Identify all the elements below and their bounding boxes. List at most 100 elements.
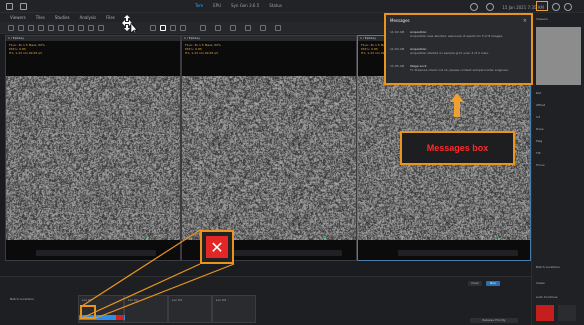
viewer-footer (6, 246, 180, 260)
viewer-controls[interactable] (36, 250, 156, 256)
title-right: 15 Jan 2021 7:35 AM (470, 3, 544, 11)
clear-button[interactable]: Clear (468, 281, 482, 286)
error-callout: ✕ (200, 230, 234, 264)
marker (498, 238, 500, 240)
tool-pan-icon[interactable] (48, 25, 54, 31)
sidebar-row-label: Offset (536, 103, 545, 107)
batch-card-label: Loc 01 (82, 298, 92, 302)
viewer-info: Fluor: 4k 1.5 Mass: 60% PSF-L: 0.85 ITL:… (9, 43, 45, 56)
message-time: 11:05 AM (390, 64, 406, 68)
tool-frame-icon[interactable] (18, 25, 24, 31)
batch-card-3[interactable]: Loc 03 (168, 295, 212, 323)
viewer-2[interactable]: 1 / Epitaxy Fluor: 4k 1.5 Mass: 60% PSF-… (181, 35, 357, 261)
progress-error (116, 315, 124, 320)
sidebar-header: Viewers (536, 17, 548, 21)
close-icon[interactable]: × (523, 18, 527, 24)
sidebar-row-label: Focus (536, 163, 545, 167)
message-body: Acquisition Acquisition was aborted, exp… (410, 30, 525, 38)
title-item-4[interactable]: Status (269, 3, 282, 8)
sidebar-row-label: Dose (536, 127, 544, 131)
sidebar-row-label: Int (536, 115, 540, 119)
micrograph-image[interactable] (182, 76, 356, 240)
menu-item-studies[interactable]: Studies (55, 15, 70, 20)
tool-contrast-icon[interactable] (170, 25, 176, 31)
title-item-1[interactable]: Tem (195, 3, 203, 8)
message-text: Acquisition started on sample grid, scan… (410, 51, 525, 55)
batch-card-label: Loc 02 (128, 298, 138, 302)
viewer-info-line: ITL: 1.23 nm 99.95 eV (185, 51, 221, 55)
stop-button[interactable] (536, 305, 554, 321)
tool-reset-icon[interactable] (98, 25, 104, 31)
layout-icon[interactable] (20, 3, 27, 10)
sidebar-row-label: Tilt (536, 151, 541, 155)
title-item-3[interactable]: Syn Gen 3.6.5 (231, 3, 259, 8)
tool-grid-icon[interactable] (8, 25, 14, 31)
sidebar-row-label: Mag (536, 139, 542, 143)
title-item-2[interactable]: EPU (213, 3, 221, 8)
message-item[interactable]: 11:05 AM Stage Lock TI: Pressure check n… (390, 64, 530, 78)
tool-zoom-icon[interactable] (38, 25, 44, 31)
menu-item-viewers[interactable]: Viewers (10, 15, 26, 20)
tool-rotate-icon[interactable] (78, 25, 84, 31)
tool-play-icon[interactable] (200, 25, 206, 31)
viewer-info: Fluor: 4k 1.5 Mass: 60% PSF-L: 0.85 ITL:… (185, 43, 221, 56)
message-text: TI: Pressure check not ok, please contac… (410, 68, 525, 72)
batch-card-label: Loc 03 (172, 298, 182, 302)
message-body: Stage Lock TI: Pressure check not ok, pl… (410, 64, 525, 72)
menu-item-tiles[interactable]: Tiles (36, 15, 45, 20)
up-arrow-icon (450, 93, 464, 117)
marker (146, 238, 148, 240)
title-center: Tem EPU Syn Gen 3.6.5 Status (195, 3, 282, 8)
message-time: 11:02 AM (390, 30, 406, 34)
tool-share-icon[interactable] (260, 25, 266, 31)
tool-layout-icon[interactable] (230, 25, 236, 31)
network-icon[interactable] (486, 3, 494, 11)
sidebar-auto-continue-label: Auto Continue (536, 295, 557, 299)
batch-label: Batch Locations (10, 297, 34, 301)
run-button[interactable]: Run (486, 281, 500, 286)
message-item[interactable]: 11:02 AM Acquisition Acquisition was abo… (390, 30, 530, 44)
tool-more-icon[interactable] (275, 25, 281, 31)
title-bar: Tem EPU Syn Gen 3.6.5 Status 15 Jan 2021… (0, 0, 584, 13)
app-icon (6, 3, 13, 10)
sidebar-row-label: Ref (536, 91, 541, 95)
tool-flip-icon[interactable] (88, 25, 94, 31)
settings-icon[interactable] (564, 3, 572, 11)
menu-item-files[interactable]: Files (106, 15, 115, 20)
thumbnail-image[interactable] (536, 27, 581, 85)
viewer-header: 1 / Epitaxy (6, 36, 180, 41)
viewer-controls[interactable] (222, 250, 342, 256)
sidebar-batch-label: Batch Locations (536, 265, 560, 269)
close-x-icon: ✕ (206, 236, 228, 258)
batch-card-label: Loc 04 (216, 298, 226, 302)
tool-filter-icon[interactable] (180, 25, 186, 31)
messages-icon[interactable] (536, 1, 548, 11)
micrograph-image[interactable] (6, 76, 180, 240)
viewer-1[interactable]: 1 / Epitaxy Fluor: 4k 1.5 Mass: 60% PSF-… (5, 35, 181, 261)
error-target-highlight (80, 305, 96, 319)
tool-brightness-icon[interactable] (150, 25, 156, 31)
tool-annotate-icon[interactable] (68, 25, 74, 31)
user-icon[interactable] (470, 3, 478, 11)
menu-item-analysis[interactable]: Analysis (80, 15, 96, 20)
viewer-controls[interactable] (398, 250, 518, 256)
move-cursor-icon (122, 15, 138, 33)
message-body: Acquisition Acquisition started on sampl… (410, 47, 525, 55)
priority-dropdown[interactable]: Release Priority (470, 318, 518, 323)
tool-export-icon[interactable] (245, 25, 251, 31)
batch-card-2[interactable]: Loc 02 (124, 295, 168, 323)
sidebar-views-label: Views (536, 281, 545, 285)
right-sidebar: Viewers Ref Offset Int Dose Mag Tilt Foc… (531, 13, 584, 325)
tool-crop-icon[interactable] (28, 25, 34, 31)
batch-card-4[interactable]: Loc 04 (212, 295, 256, 323)
messages-box: Messages × 11:02 AM Acquisition Acquisit… (384, 13, 533, 85)
tool-active-icon[interactable] (160, 25, 166, 31)
help-icon[interactable] (552, 3, 560, 11)
messages-title: Messages (386, 15, 531, 26)
marker (324, 238, 326, 240)
message-item[interactable]: 11:03 AM Acquisition Acquisition started… (390, 47, 530, 61)
tool-record-icon[interactable] (215, 25, 221, 31)
tool-measure-icon[interactable] (58, 25, 64, 31)
pause-button[interactable] (558, 305, 576, 321)
viewer-header: 1 / Epitaxy (182, 36, 356, 41)
